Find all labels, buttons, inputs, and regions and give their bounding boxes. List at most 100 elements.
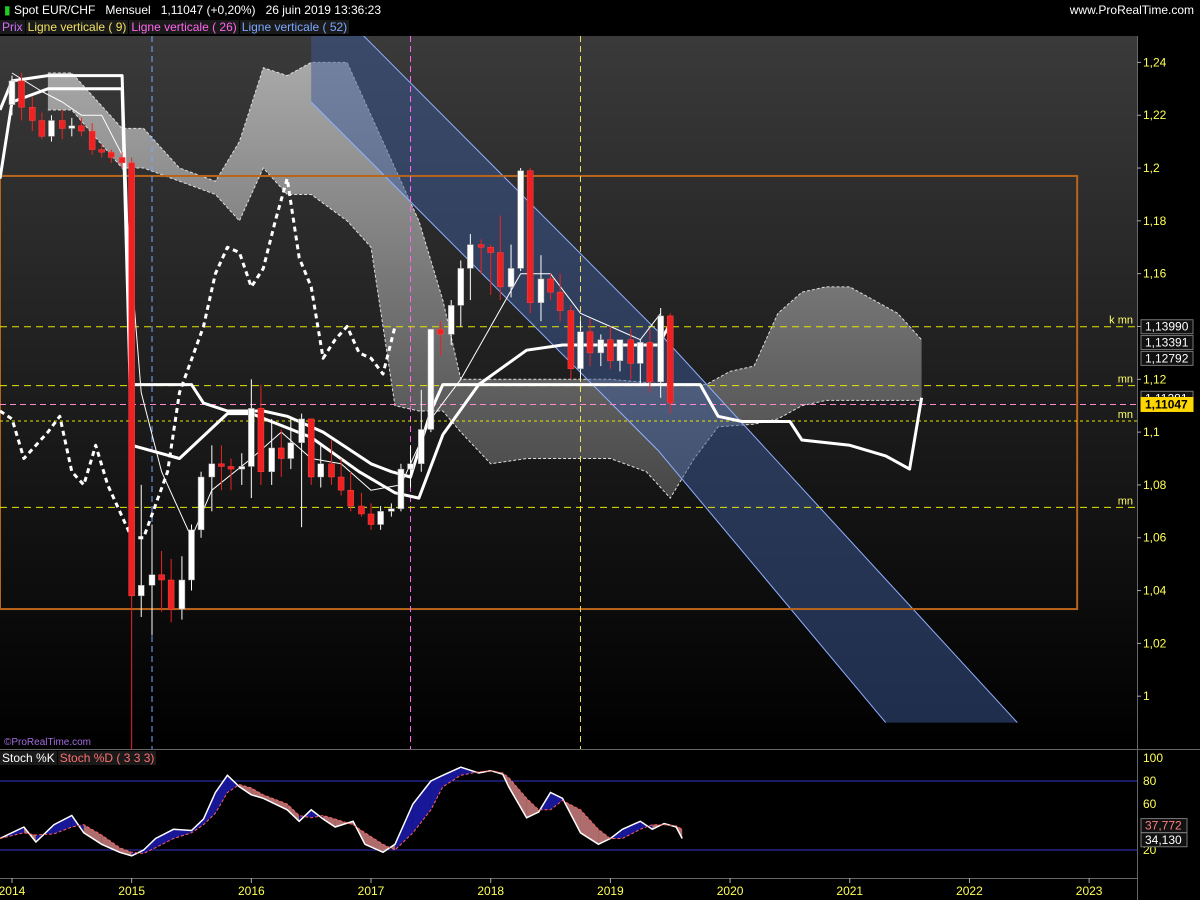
stoch-tick-label: 80 [1143, 774, 1157, 788]
candle-body [178, 579, 186, 610]
candle-body [347, 489, 354, 507]
candle-body [298, 418, 305, 443]
chart-canvas: k mnmnmnmn1,241,221,21,181,161,141,121,1… [0, 36, 1200, 900]
legend-vline-52[interactable]: Ligne verticale ( 52) [239, 20, 350, 34]
candle-body [526, 170, 534, 303]
candle-body [197, 476, 205, 531]
price-tick-label: 1,18 [1143, 214, 1167, 228]
stoch-panel-bg [0, 769, 1137, 877]
price-tick-label: 1,08 [1143, 478, 1167, 492]
candle-body [597, 339, 605, 354]
datetime-label: 26 juin 2019 13:36:23 [265, 3, 382, 17]
candle-body [29, 107, 36, 121]
price-tick-label: 1,04 [1143, 584, 1167, 598]
candle-body [457, 268, 465, 306]
legend-vline-9[interactable]: Ligne verticale ( 9) [25, 20, 129, 34]
site-label[interactable]: www.ProRealTime.com [1070, 3, 1194, 17]
time-tick-label: 2018 [477, 884, 504, 898]
price-tick-label: 1,2 [1143, 161, 1160, 175]
legend-stoch-d[interactable]: Stoch %D ( 3 3 3) [57, 751, 157, 765]
price-tag-label: 1,11047 [1145, 397, 1188, 411]
level-label-1: mn [1118, 374, 1133, 386]
time-tick-label: 2022 [956, 884, 983, 898]
indicator-legend: Prix Ligne verticale ( 9) Ligne verticale … [0, 20, 350, 36]
title-left: ▮ Spot EUR/CHF Mensuel 1,11047 (+0,20%) … [4, 3, 381, 17]
title-bar: ▮ Spot EUR/CHF Mensuel 1,11047 (+0,20%) … [0, 0, 1200, 20]
candle-body [188, 529, 195, 581]
stoch-tag-label: 34,130 [1145, 833, 1182, 847]
candle-body [38, 120, 46, 137]
candle-body [268, 447, 275, 472]
candle-body [98, 149, 105, 153]
candle-body [108, 151, 115, 158]
copyright-label: ©ProRealTime.com [4, 737, 92, 748]
candle-body [646, 342, 654, 383]
candle-body [517, 170, 524, 269]
candle-body [208, 463, 216, 478]
candle-body [167, 579, 175, 610]
candle-body [666, 315, 674, 404]
candle-body [467, 244, 474, 269]
candle-body [547, 278, 554, 293]
stoch-tick-label: 60 [1143, 797, 1157, 811]
price-tag-label: 1,13990 [1145, 320, 1189, 334]
candle-body [418, 429, 425, 465]
price-tick-label: 1,16 [1143, 267, 1167, 281]
candle-body [627, 339, 634, 364]
candle-body [337, 476, 345, 491]
candle-body [248, 408, 255, 467]
candle-body [388, 508, 395, 512]
candle-body [407, 463, 414, 470]
level-label-2: mn [1118, 409, 1133, 421]
candle-body [278, 447, 285, 459]
candle-body [307, 418, 315, 478]
candle-body [637, 342, 644, 364]
price-tick-label: 1,24 [1143, 55, 1167, 69]
candle-body [657, 315, 664, 383]
candle-body [477, 244, 485, 248]
candle-body [48, 120, 55, 137]
time-tick-label: 2023 [1076, 884, 1103, 898]
candle-body [397, 468, 405, 509]
stoch-legend: Stoch %K Stoch %D ( 3 3 3) [0, 751, 157, 765]
candle-body [148, 574, 156, 586]
candle-body [158, 574, 165, 581]
candle-body [427, 328, 435, 430]
time-tick-label: 2016 [238, 884, 265, 898]
candle-body [616, 339, 624, 362]
candle-body [287, 442, 295, 459]
level-label-0: k mn [1109, 315, 1133, 327]
time-tick-label: 2017 [358, 884, 385, 898]
candle-body [18, 80, 25, 108]
level-label-3: mn [1118, 495, 1133, 507]
candle-body [88, 130, 96, 150]
legend-stoch-k[interactable]: Stoch %K [0, 751, 57, 765]
candle-body [556, 291, 564, 311]
candle-body [8, 80, 16, 105]
candle-body [586, 331, 594, 354]
price-tick-label: 1 [1143, 689, 1150, 703]
candle-body [257, 408, 265, 472]
candle-body [68, 125, 76, 129]
candle-body [317, 463, 325, 478]
legend-prix[interactable]: Prix [0, 20, 25, 34]
candle-body [537, 278, 545, 303]
candle-body [577, 331, 584, 369]
candle-body [358, 505, 365, 515]
candle-body [377, 511, 384, 525]
candle-body [137, 585, 145, 597]
price-tick-label: 1,06 [1143, 531, 1167, 545]
candle-body [227, 466, 235, 470]
price-tick-label: 1,1 [1143, 425, 1160, 439]
time-tick-label: 2021 [836, 884, 863, 898]
stoch-tag-label: 37,772 [1145, 819, 1182, 833]
time-tick-label: 2015 [118, 884, 145, 898]
price-tick-label: 1,02 [1143, 636, 1167, 650]
candle-body [447, 305, 455, 335]
price-tag-label: 1,12792 [1145, 351, 1189, 365]
price-tick-label: 1,22 [1143, 108, 1167, 122]
period-label: Mensuel [105, 3, 151, 17]
legend-vline-26[interactable]: Ligne verticale ( 26) [129, 20, 239, 34]
candle-body [218, 463, 225, 467]
candle-body [58, 120, 66, 129]
